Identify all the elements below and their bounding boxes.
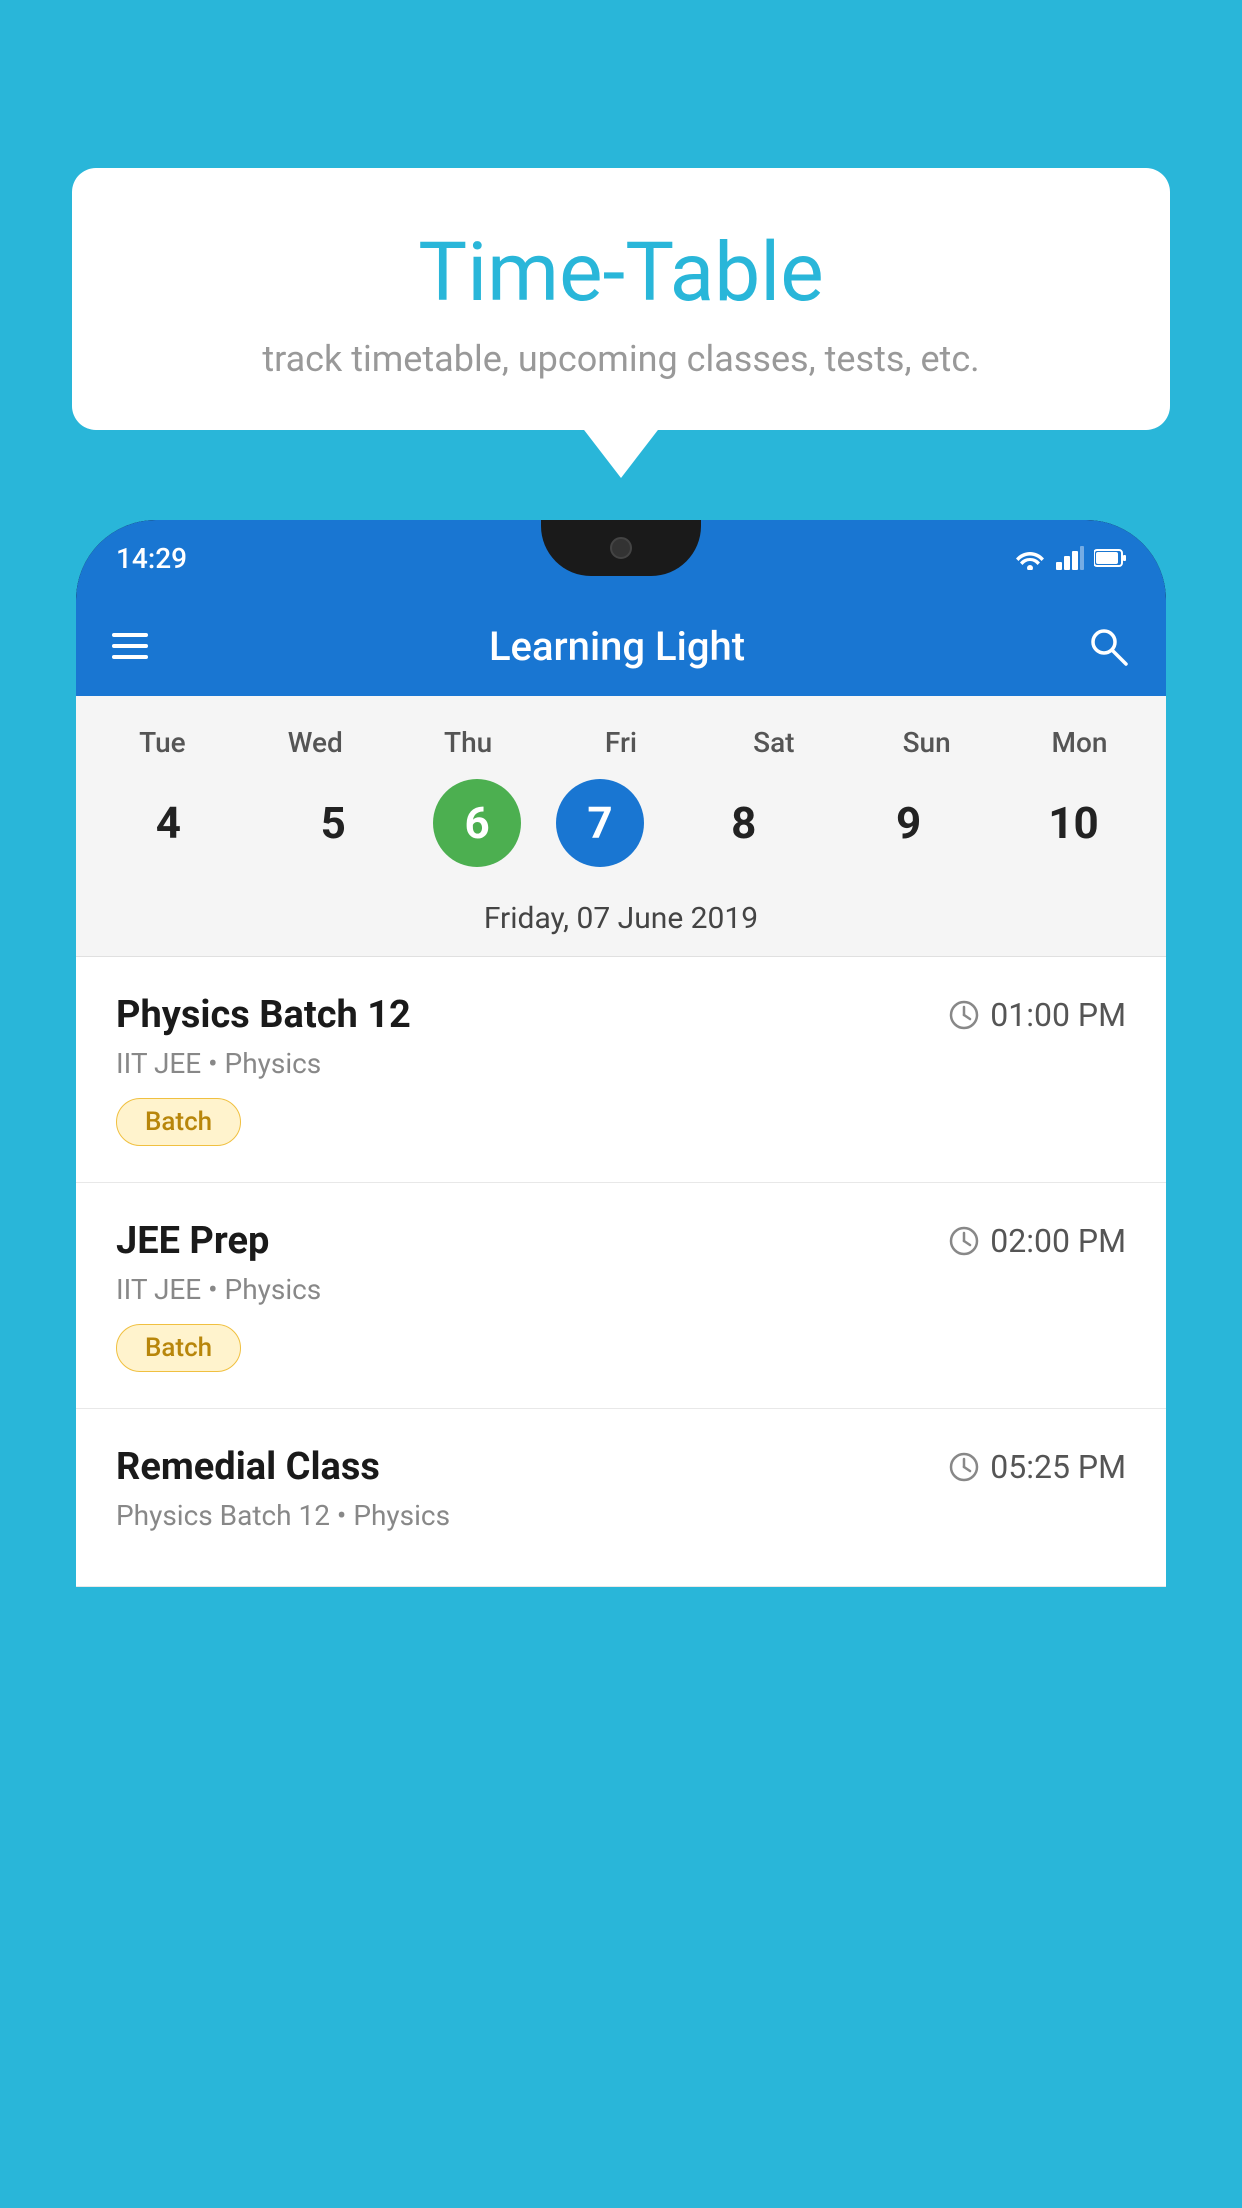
clock-icon-1 <box>948 999 980 1031</box>
day-header-fri: Fri <box>556 716 686 769</box>
day-5[interactable]: 5 <box>268 779 398 867</box>
clock-icon-2 <box>948 1225 980 1257</box>
phone-inner: 14:29 <box>76 520 1166 1587</box>
status-bar: 14:29 <box>76 520 1166 596</box>
calendar-strip: Tue Wed Thu Fri Sat Sun Mon 4 5 6 7 8 9 … <box>76 696 1166 957</box>
class-time-3: 05:25 PM <box>948 1448 1126 1486</box>
class-subtitle-1: IIT JEE • Physics <box>116 1047 1126 1080</box>
day-header-sun: Sun <box>862 716 992 769</box>
status-icons <box>1014 546 1126 570</box>
day-header-thu: Thu <box>403 716 533 769</box>
batch-tag-2: Batch <box>116 1324 241 1372</box>
notch <box>541 520 701 576</box>
phone-frame: 14:29 <box>76 520 1166 1587</box>
tooltip-subtitle: track timetable, upcoming classes, tests… <box>132 338 1110 380</box>
class-name-2: JEE Prep <box>116 1219 269 1263</box>
search-icon[interactable] <box>1086 624 1130 668</box>
day-numbers: 4 5 6 7 8 9 10 <box>76 769 1166 887</box>
class-subtitle-2: IIT JEE • Physics <box>116 1273 1126 1306</box>
day-10[interactable]: 10 <box>1008 779 1138 867</box>
day-header-tue: Tue <box>97 716 227 769</box>
tooltip-title: Time-Table <box>132 228 1110 318</box>
day-4[interactable]: 4 <box>103 779 233 867</box>
day-header-wed: Wed <box>250 716 380 769</box>
day-8[interactable]: 8 <box>679 779 809 867</box>
class-item-2[interactable]: JEE Prep 02:00 PM IIT JEE • Physics Batc… <box>76 1183 1166 1409</box>
app-title: Learning Light <box>178 623 1056 670</box>
phone-wrapper: 14:29 <box>76 520 1166 2208</box>
camera-dot <box>610 537 632 559</box>
signal-icon <box>1056 546 1084 570</box>
class-time-2: 02:00 PM <box>948 1222 1126 1260</box>
day-9[interactable]: 9 <box>844 779 974 867</box>
class-name-1: Physics Batch 12 <box>116 993 411 1037</box>
batch-tag-1: Batch <box>116 1098 241 1146</box>
wifi-icon <box>1014 546 1046 570</box>
class-item-2-header: JEE Prep 02:00 PM <box>116 1219 1126 1263</box>
class-subtitle-3: Physics Batch 12 • Physics <box>116 1499 1126 1532</box>
day-7-selected[interactable]: 7 <box>556 779 644 867</box>
battery-icon <box>1094 548 1126 568</box>
class-name-3: Remedial Class <box>116 1445 380 1489</box>
tooltip-card: Time-Table track timetable, upcoming cla… <box>72 168 1170 430</box>
day-header-mon: Mon <box>1014 716 1144 769</box>
class-item-1[interactable]: Physics Batch 12 01:00 PM IIT JEE • Phys… <box>76 957 1166 1183</box>
status-time: 14:29 <box>116 542 187 575</box>
day-headers: Tue Wed Thu Fri Sat Sun Mon <box>76 716 1166 769</box>
day-header-sat: Sat <box>709 716 839 769</box>
day-6-today[interactable]: 6 <box>433 779 521 867</box>
selected-date-label: Friday, 07 June 2019 <box>76 887 1166 957</box>
class-item-3[interactable]: Remedial Class 05:25 PM Physics Batch 12… <box>76 1409 1166 1587</box>
class-list: Physics Batch 12 01:00 PM IIT JEE • Phys… <box>76 957 1166 1587</box>
app-bar: Learning Light <box>76 596 1166 696</box>
clock-icon-3 <box>948 1451 980 1483</box>
class-time-1: 01:00 PM <box>948 996 1126 1034</box>
class-item-3-header: Remedial Class 05:25 PM <box>116 1445 1126 1489</box>
hamburger-menu-icon[interactable] <box>112 633 148 659</box>
class-item-1-header: Physics Batch 12 01:00 PM <box>116 993 1126 1037</box>
